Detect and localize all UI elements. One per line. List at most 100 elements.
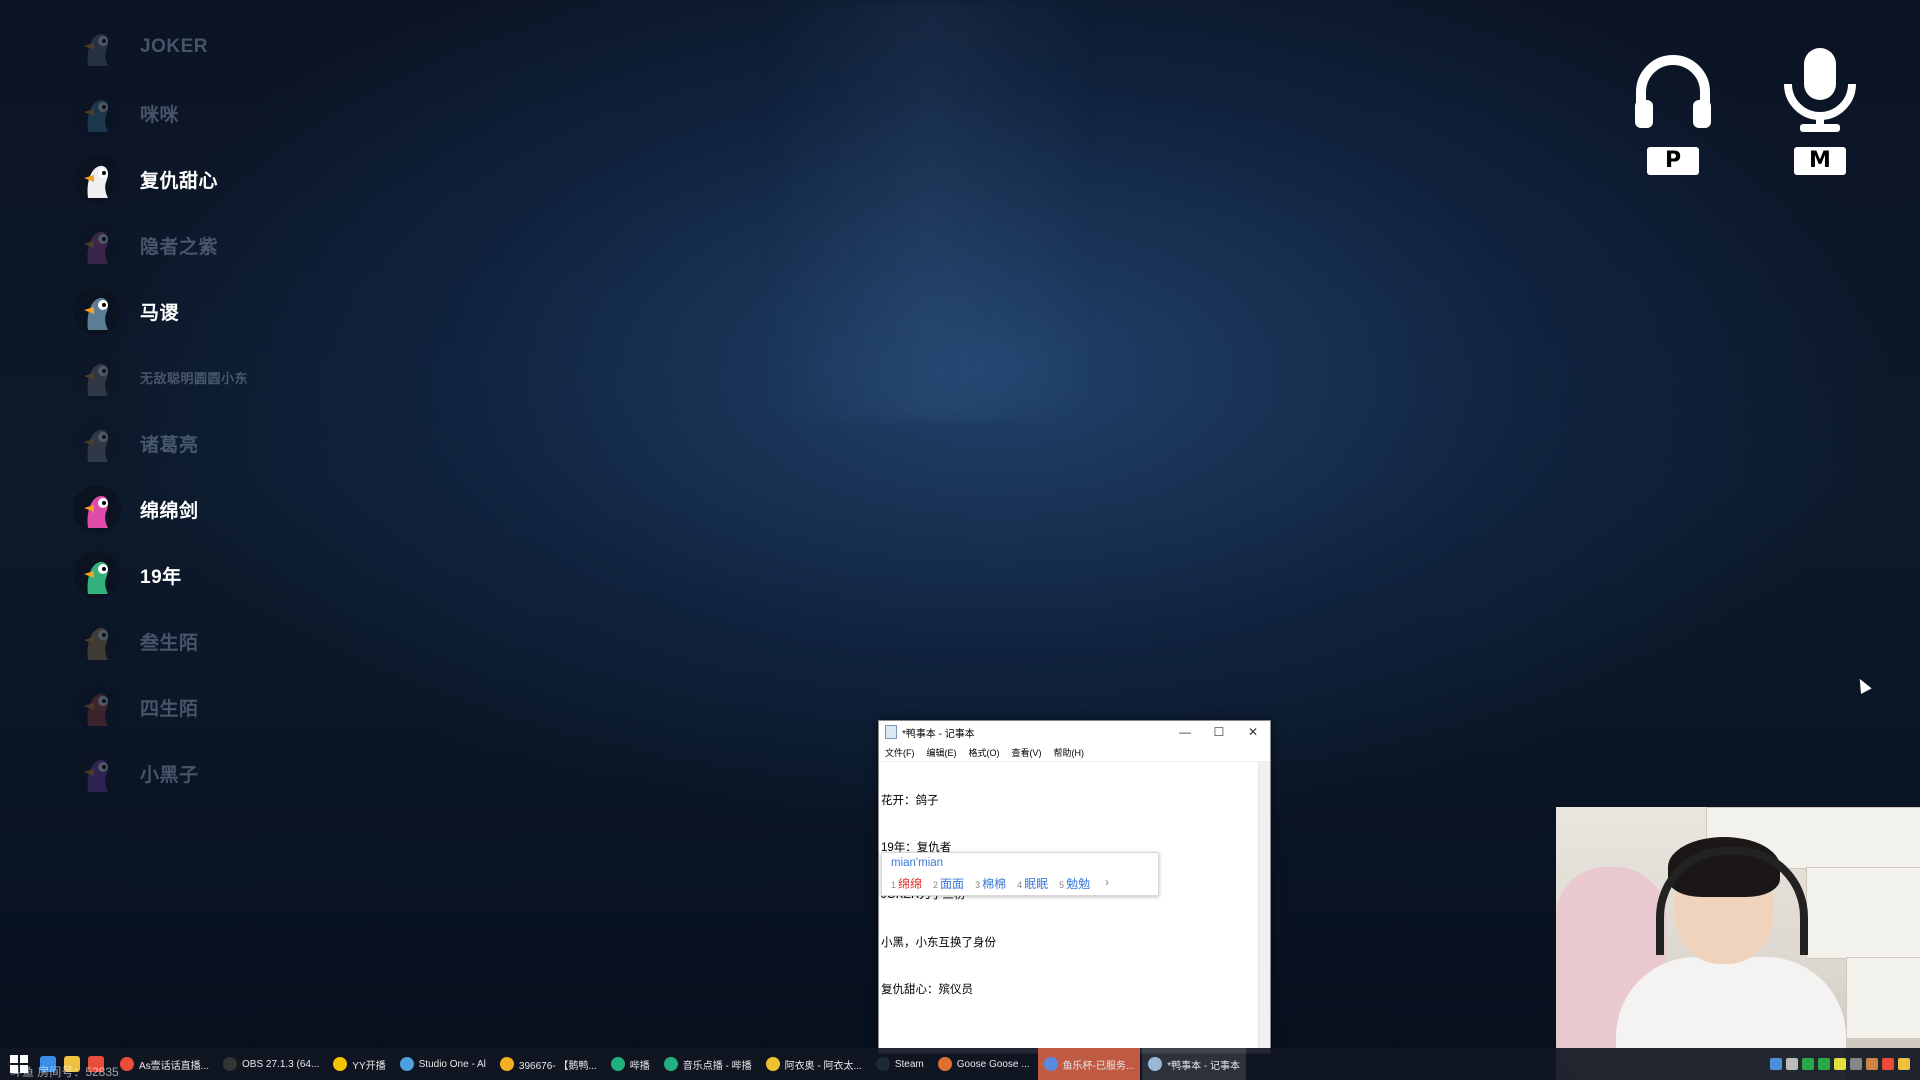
player-row: 复仇甜心 — [70, 146, 390, 212]
taskbar: As壹话话直播... OBS 27.1.3 (64... YY开播 Studio On… — [0, 1048, 1920, 1080]
player-list: JOKER 咪咪复仇甜心隐者之紫马谡无敌聪明圆圆小东诸葛亮绵绵剑 19年 叁生陌四生陌… — [70, 14, 390, 806]
text-line: 花开：鸽子 — [881, 794, 939, 807]
microphone-key: M — [1794, 147, 1846, 175]
ime-candidate-list: 1 绵绵 2 面面 3 棉棉 4 眠眠 5 勉勉 › — [891, 875, 1109, 892]
goose-avatar-icon — [70, 746, 124, 800]
menu-view[interactable]: 查看(V) — [1012, 746, 1042, 759]
player-name: 无敌聪明圆圆小东 — [140, 370, 249, 386]
tray-icon[interactable] — [1818, 1058, 1830, 1070]
player-name: 隐者之紫 — [140, 236, 219, 258]
microphone-toggle[interactable]: M — [1775, 44, 1865, 175]
notepad-menubar: 文件(F) 编辑(E) 格式(O) 查看(V) 帮助(H) — [879, 743, 1270, 762]
tray-icon[interactable] — [1770, 1058, 1782, 1070]
ime-pinyin: mian'mian — [891, 857, 944, 869]
goose-avatar-icon — [70, 152, 124, 206]
player-row: 绵绵剑 — [70, 476, 390, 542]
player-row: 小黑子 — [70, 740, 390, 806]
menu-help[interactable]: 帮助(H) — [1054, 746, 1085, 759]
player-row: 诸葛亮 — [70, 410, 390, 476]
tray-icon[interactable] — [1882, 1058, 1894, 1070]
headphones-icon — [1635, 55, 1711, 128]
app-icon — [333, 1057, 348, 1071]
app-icon — [1043, 1057, 1058, 1071]
player-row: 隐者之紫 — [70, 212, 390, 278]
player-name: JOKER — [140, 36, 208, 57]
microphone-icon — [1784, 48, 1856, 132]
notepad-scrollbar[interactable] — [1258, 762, 1270, 1053]
ime-next-page-icon[interactable]: › — [1105, 875, 1109, 892]
headphones-key: P — [1647, 147, 1699, 175]
mouse-cursor-icon — [1854, 676, 1872, 694]
taskbar-item[interactable]: 哔播 — [605, 1048, 656, 1080]
minimize-icon[interactable]: — — [1168, 725, 1202, 739]
goose-avatar-icon — [70, 482, 124, 536]
tray-icon[interactable] — [1898, 1058, 1910, 1070]
spotlight-beam — [760, 0, 1100, 420]
webcam-feed — [1556, 807, 1920, 1080]
ime-candidate-window[interactable]: mian'mian 1 绵绵 2 面面 3 棉棉 4 眠眠 5 勉勉 › — [881, 852, 1159, 896]
taskbar-item[interactable]: 396676- 【鹅鸭... — [494, 1048, 603, 1080]
headphones-toggle[interactable]: P — [1628, 50, 1718, 175]
app-icon — [875, 1057, 890, 1071]
notepad-text-area[interactable]: 花开：鸽子 19年：复仇者 JOKER刀了三楞 小黑，小东互换了身份 复仇甜心：… — [881, 762, 1258, 1031]
menu-format[interactable]: 格式(O) — [969, 746, 1000, 759]
menu-edit[interactable]: 编辑(E) — [927, 746, 957, 759]
tray-icon[interactable] — [1834, 1058, 1846, 1070]
taskbar-item[interactable]: Steam — [870, 1048, 930, 1080]
player-name: 四生陌 — [140, 698, 199, 720]
text-line: 小黑，小东互换了身份 — [881, 936, 996, 949]
goose-avatar-icon — [70, 614, 124, 668]
tray-icon[interactable] — [1866, 1058, 1878, 1070]
ime-candidate[interactable]: 4 眠眠 — [1017, 875, 1048, 892]
app-icon — [499, 1057, 514, 1071]
tray-icon[interactable] — [1802, 1058, 1814, 1070]
ime-candidate[interactable]: 1 绵绵 — [891, 875, 922, 892]
player-row: 叁生陌 — [70, 608, 390, 674]
taskbar-item[interactable]: Goose Goose ... — [932, 1048, 1036, 1080]
taskbar-item[interactable]: 音乐点播 - 哔播 — [658, 1048, 758, 1080]
taskbar-item[interactable]: YY开播 — [327, 1048, 391, 1080]
text-line: 复仇甜心：殡仪员 — [881, 984, 973, 997]
player-row: 19年 — [70, 542, 390, 608]
taskbar-item[interactable]: As壹话话直播... — [114, 1048, 215, 1080]
goose-avatar-icon — [70, 548, 124, 602]
app-icon — [663, 1057, 678, 1071]
taskbar-item[interactable]: OBS 27.1.3 (64... — [217, 1048, 325, 1080]
app-icon — [399, 1057, 414, 1071]
taskbar-item[interactable]: 阿衣奥 - 阿衣太... — [760, 1048, 868, 1080]
ime-candidate[interactable]: 2 面面 — [933, 875, 964, 892]
taskbar-item[interactable]: 鱼乐杯-已服务... — [1037, 1048, 1141, 1080]
tray-icon[interactable] — [1850, 1058, 1862, 1070]
ime-candidate[interactable]: 5 勉勉 — [1059, 875, 1090, 892]
player-name: 绵绵剑 — [140, 500, 199, 522]
goose-avatar-icon — [70, 86, 124, 140]
taskbar-item[interactable]: Studio One - Al — [394, 1048, 492, 1080]
player-name: 小黑子 — [140, 764, 199, 786]
menu-file[interactable]: 文件(F) — [885, 746, 915, 759]
player-row: 四生陌 — [70, 674, 390, 740]
app-icon — [120, 1057, 134, 1071]
player-name: 咪咪 — [140, 104, 180, 126]
notepad-titlebar[interactable]: *鸭事本 - 记事本 — ☐ ✕ — [879, 721, 1270, 743]
notepad-icon — [885, 725, 897, 739]
taskbar-item[interactable]: *鸭事本 - 记事本 — [1142, 1048, 1247, 1080]
ime-candidate[interactable]: 3 棉棉 — [975, 875, 1006, 892]
player-name: 诸葛亮 — [140, 434, 199, 456]
goose-avatar-icon — [70, 680, 124, 734]
player-row: 无敌聪明圆圆小东 — [70, 344, 390, 410]
app-icon — [1148, 1057, 1163, 1071]
app-icon — [610, 1057, 625, 1071]
room-id: 斗鱼 房间号：52835 — [10, 1065, 119, 1079]
close-icon[interactable]: ✕ — [1236, 725, 1270, 739]
player-row: JOKER — [70, 14, 390, 80]
notepad-window[interactable]: *鸭事本 - 记事本 — ☐ ✕ 文件(F) 编辑(E) 格式(O) 查看(V)… — [878, 720, 1271, 1054]
goose-avatar-icon — [70, 20, 124, 74]
goose-avatar-icon — [70, 284, 124, 338]
maximize-icon[interactable]: ☐ — [1202, 725, 1236, 739]
player-row: 马谡 — [70, 278, 390, 344]
goose-avatar-icon — [70, 416, 124, 470]
tray-icon[interactable] — [1786, 1058, 1798, 1070]
player-row: 咪咪 — [70, 80, 390, 146]
app-icon — [765, 1057, 780, 1071]
system-tray — [1768, 1058, 1920, 1070]
